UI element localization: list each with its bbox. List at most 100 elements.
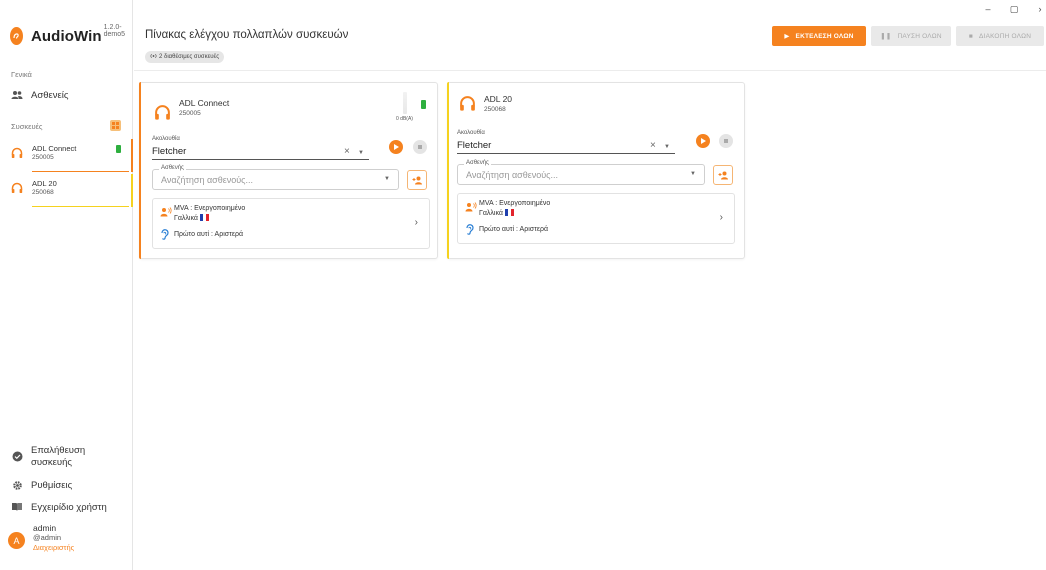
mva-status: MVA : Ενεργοποιημένο — [479, 200, 551, 207]
chip-label: 2 διαθέσιμες συσκευές — [159, 54, 220, 60]
avatar: A — [8, 532, 25, 549]
speaking-person-icon — [465, 202, 477, 215]
chevron-down-icon[interactable]: ▼ — [664, 144, 670, 150]
patient-search-field[interactable]: Ασθενής Αναζήτηση ασθενούς... ▼ — [457, 160, 705, 185]
main-content: Πίνακας ελέγχου πολλαπλών συσκευών 2 δια… — [134, 0, 1046, 570]
headphones-icon — [460, 96, 475, 111]
people-icon — [11, 89, 23, 101]
add-patient-button[interactable] — [713, 165, 733, 185]
stop-button[interactable] — [413, 140, 427, 154]
level-meter — [403, 92, 407, 114]
window-controls: – ▢ › — [982, 4, 1046, 15]
patient-search-field[interactable]: Ασθενής Αναζήτηση ασθενούς... ▼ — [152, 165, 399, 190]
chevron-right-icon[interactable]: › — [720, 212, 723, 223]
device-card-adl-connect: ADL Connect 250005 0 dB(A) Ακολουθία Fle… — [139, 82, 438, 259]
language-value: Γαλλικά — [479, 210, 503, 217]
brand: AudioWin 1.2.0-demo5 — [0, 0, 132, 45]
first-ear: Πρώτο αυτί : Αριστερά — [479, 226, 548, 233]
device-accent-strip — [131, 174, 133, 207]
patient-search-input[interactable]: Αναζήτηση ασθενούς... — [466, 170, 558, 180]
audiowin-logo-icon — [10, 27, 23, 45]
device-serial: 250005 — [179, 110, 201, 117]
play-button[interactable] — [696, 134, 710, 148]
language-row: Γαλλικά — [174, 214, 209, 222]
minimize-button[interactable]: – — [982, 4, 994, 15]
close-button[interactable]: › — [1034, 4, 1046, 15]
device-serial: 250005 — [32, 154, 54, 161]
chevron-down-icon[interactable]: ▼ — [384, 176, 390, 182]
chevron-right-icon[interactable]: › — [415, 217, 418, 228]
brand-version: 1.2.0-demo5 — [103, 24, 126, 38]
stop-icon: ■ — [968, 32, 974, 40]
clear-icon[interactable]: × — [650, 140, 656, 151]
sidebar-item-label: Επαλήθευση συσκευής — [31, 445, 86, 468]
patient-label: Ασθενής — [464, 160, 491, 166]
language-row: Γαλλικά — [479, 209, 514, 217]
sidebar-item-device-verification[interactable]: Επαλήθευση συσκευής — [11, 445, 91, 469]
play-button[interactable] — [389, 140, 403, 154]
clear-icon[interactable]: × — [344, 146, 350, 157]
app-window: – ▢ › AudioWin 1.2.0-demo5 Γενικά Ασθενε… — [0, 0, 1046, 570]
sidebar-item-patients[interactable]: Ασθενείς — [11, 89, 68, 101]
sequence-select[interactable]: Fletcher — [152, 146, 186, 157]
pause-icon: ❚❚ — [880, 33, 892, 40]
user-handle: @admin — [33, 533, 62, 542]
broadcast-icon — [150, 53, 157, 61]
user-name: admin — [33, 523, 57, 533]
book-icon — [11, 501, 23, 513]
user-profile[interactable]: A admin @admin Διαχειριστής — [8, 523, 74, 553]
general-section-label: Γενικά — [11, 70, 32, 79]
first-ear: Πρώτο αυτί : Αριστερά — [174, 231, 243, 238]
patient-search-input[interactable]: Αναζήτηση ασθενούς... — [161, 175, 253, 185]
card-accent-strip — [139, 82, 141, 259]
device-settings-summary[interactable]: MVA : Ενεργοποιημένο Γαλλικά Πρώτο αυτί … — [457, 193, 735, 244]
battery-icon — [421, 100, 426, 109]
sequence-select[interactable]: Fletcher — [457, 140, 491, 151]
battery-icon — [116, 145, 121, 153]
sidebar-item-label: Ρυθμίσεις — [31, 479, 73, 491]
restore-button[interactable]: ▢ — [1008, 4, 1020, 15]
stop-all-label: ΔΙΑΚΟΠΗ ΟΛΩΝ — [979, 32, 1032, 40]
sequence-underline — [457, 153, 675, 154]
add-person-icon — [412, 176, 422, 184]
level-readout: 0 dB(A) — [396, 116, 413, 122]
language-value: Γαλλικά — [174, 215, 198, 222]
header-divider — [134, 70, 1046, 71]
add-person-icon — [718, 171, 728, 179]
french-flag-icon — [199, 214, 209, 221]
sequence-label: Ακολουθία — [152, 136, 180, 142]
device-name: ADL Connect — [32, 144, 77, 153]
run-all-label: ΕΚΤΕΛΕΣΗ ΟΛΩΝ — [795, 32, 854, 40]
grid-view-icon[interactable] — [110, 120, 121, 131]
available-devices-chip: 2 διαθέσιμες συσκευές — [145, 51, 225, 63]
device-serial: 250068 — [484, 106, 506, 113]
sidebar-item-label: Ασθενείς — [31, 89, 69, 101]
sidebar-device-adl-20[interactable]: ADL 20 250068 — [0, 174, 133, 207]
sequence-label: Ακολουθία — [457, 130, 485, 136]
chevron-down-icon[interactable]: ▼ — [358, 150, 364, 156]
page-title: Πίνακας ελέγχου πολλαπλών συσκευών — [145, 29, 349, 41]
add-patient-button[interactable] — [407, 170, 427, 190]
sidebar-device-adl-connect[interactable]: ADL Connect 250005 — [0, 139, 133, 172]
stop-all-button[interactable]: ■ ΔΙΑΚΟΠΗ ΟΛΩΝ — [956, 26, 1044, 46]
stop-button[interactable] — [719, 134, 733, 148]
headphones-icon — [11, 147, 23, 158]
run-all-button[interactable]: ▶ ΕΚΤΕΛΕΣΗ ΟΛΩΝ — [772, 26, 866, 46]
pause-all-button[interactable]: ❚❚ ΠΑΥΣΗ ΟΛΩΝ — [871, 26, 951, 46]
device-name: ADL 20 — [484, 94, 513, 104]
sidebar-item-settings[interactable]: Ρυθμίσεις — [11, 479, 72, 491]
speaking-person-icon — [160, 207, 172, 220]
sidebar-item-label: Εγχειρίδιο χρήστη — [31, 501, 107, 513]
device-card-adl-20: ADL 20 250068 Ακολουθία Fletcher × ▼ Ασθ… — [447, 82, 745, 259]
sidebar: AudioWin 1.2.0-demo5 Γενικά Ασθενείς Συσ… — [0, 0, 133, 570]
headphones-icon — [11, 182, 23, 193]
device-settings-summary[interactable]: MVA : Ενεργοποιημένο Γαλλικά Πρώτο αυτί … — [152, 198, 430, 249]
chevron-down-icon[interactable]: ▼ — [690, 171, 696, 177]
user-info: admin @admin Διαχειριστής — [33, 523, 74, 553]
devices-section-label: Συσκευές — [11, 122, 43, 131]
mva-status: MVA : Ενεργοποιημένο — [174, 205, 246, 212]
sidebar-item-user-manual[interactable]: Εγχειρίδιο χρήστη — [11, 501, 107, 513]
user-role: Διαχειριστής — [33, 543, 75, 552]
device-accent-line — [32, 171, 129, 172]
card-accent-strip — [447, 82, 449, 259]
